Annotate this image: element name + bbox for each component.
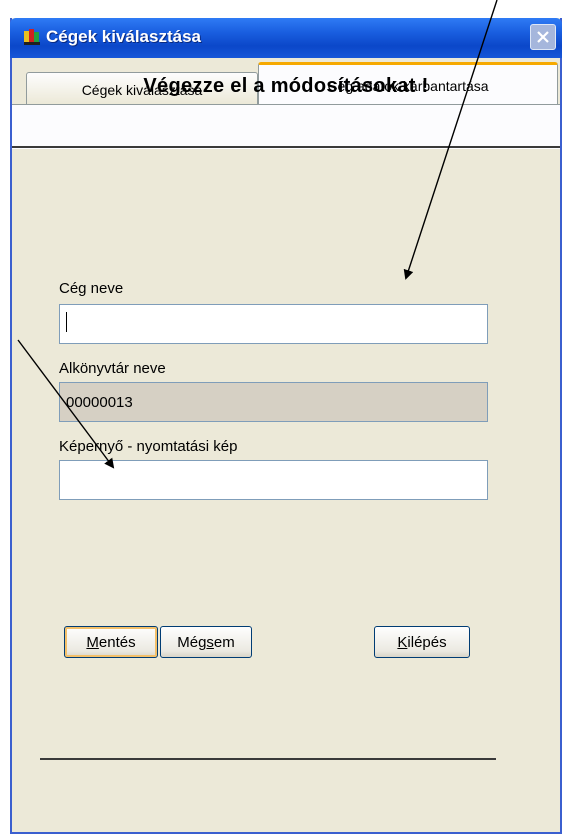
annotation-arrow-1 <box>403 0 498 280</box>
annotation-arrows <box>17 0 498 469</box>
annotation-arrow-2 <box>17 339 115 469</box>
